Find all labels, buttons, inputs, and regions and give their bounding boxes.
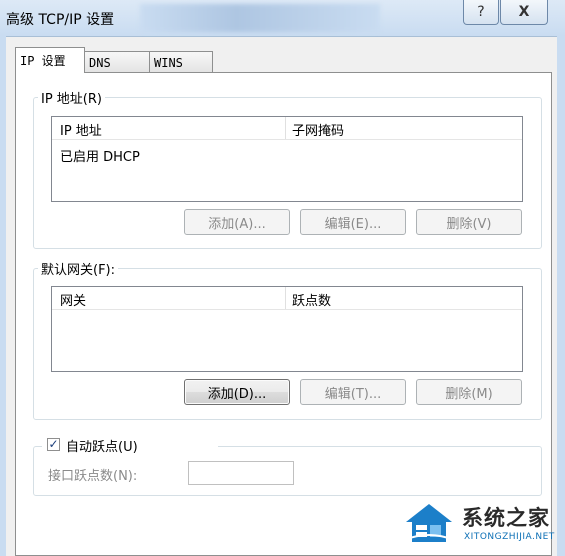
delete-ip-button[interactable]: 删除(V) (416, 209, 522, 235)
tab-label: DNS (89, 55, 111, 70)
tab-wins[interactable]: WINS (149, 51, 213, 73)
checkmark-icon: ✓ (48, 437, 59, 451)
watermark-text: 系统之家 (462, 506, 550, 530)
list-header: 网关 跃点数 (52, 287, 522, 310)
edit-gateway-button[interactable]: 编辑(T)... (300, 379, 406, 405)
house-logo-icon (403, 504, 455, 542)
delete-gateway-button[interactable]: 删除(M) (416, 379, 522, 405)
tab-dns[interactable]: DNS (84, 51, 150, 73)
interface-metric-label: 接口跃点数(N): (48, 469, 138, 484)
watermark-subtext: XITONGZHIJIA.NET (464, 532, 555, 542)
add-gateway-button[interactable]: 添加(D)... (184, 379, 290, 405)
window-frame-right (557, 36, 565, 556)
gateway-list[interactable]: 网关 跃点数 (51, 286, 523, 372)
window-title: 高级 TCP/IP 设置 (6, 12, 115, 28)
edit-ip-button[interactable]: 编辑(E)... (300, 209, 406, 235)
column-header-gateway[interactable]: 网关 (60, 290, 86, 309)
list-item[interactable]: 已启用 DHCP (60, 146, 140, 165)
column-header-ip[interactable]: IP 地址 (60, 120, 102, 139)
close-button[interactable]: X (500, 0, 548, 25)
auto-metric-label[interactable]: 自动跃点(U) (66, 436, 138, 455)
title-blur-region (140, 4, 380, 32)
add-ip-button[interactable]: 添加(A)... (184, 209, 290, 235)
watermark: 系统之家 XITONGZHIJIA.NET (402, 496, 565, 556)
tab-ip-settings[interactable]: IP 设置 (15, 47, 85, 73)
column-separator[interactable] (285, 117, 286, 139)
interface-metric-field[interactable] (188, 461, 294, 485)
tab-label: IP 设置 (20, 54, 66, 68)
window-frame-left (0, 36, 6, 556)
column-separator[interactable] (285, 287, 286, 309)
help-icon: ? (477, 4, 485, 20)
tab-label: WINS (154, 55, 183, 70)
title-bar: 高级 TCP/IP 设置 ? X (0, 0, 565, 37)
column-header-subnet[interactable]: 子网掩码 (292, 120, 344, 139)
column-header-metric[interactable]: 跃点数 (292, 290, 331, 309)
gateway-group-title: 默认网关(F): (38, 259, 119, 278)
help-button[interactable]: ? (463, 0, 499, 25)
ip-address-list[interactable]: IP 地址 子网掩码 已启用 DHCP (51, 116, 523, 202)
list-header: IP 地址 子网掩码 (52, 117, 522, 140)
close-icon: X (518, 4, 530, 20)
ip-address-group-title: IP 地址(R) (38, 88, 105, 107)
auto-metric-checkbox[interactable]: ✓ (47, 438, 60, 451)
